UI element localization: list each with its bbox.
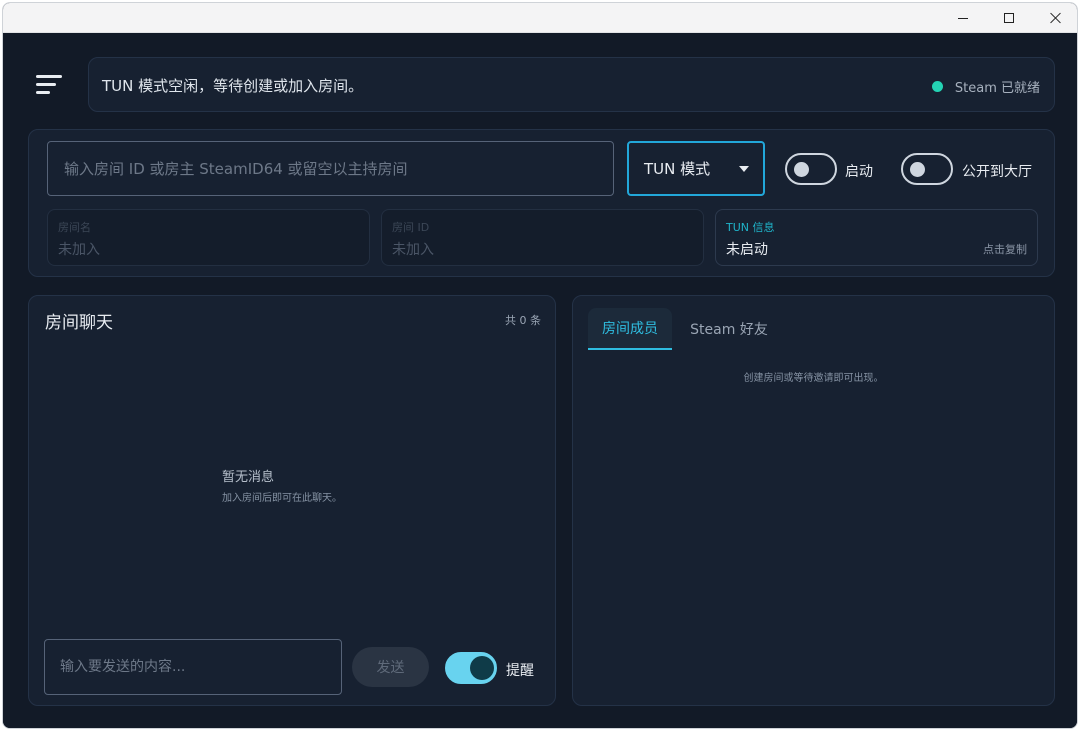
status-dot-icon — [931, 81, 943, 92]
steam-status: Steam 已就绪 — [931, 77, 1040, 96]
app-window: TUN 模式空闲，等待创建或加入房间。 Steam 已就绪 TUN 模式 启动 … — [2, 2, 1078, 729]
start-toggle[interactable] — [785, 153, 837, 185]
room-name-value: 未加入 — [58, 242, 100, 258]
connection-panel: TUN 模式 启动 公开到大厅 房间名 未加入 房间 ID 未加入 TUN 信息 — [28, 129, 1055, 277]
title-bar — [3, 3, 1077, 33]
tab-room-members[interactable]: 房间成员 — [588, 308, 672, 350]
maximize-button[interactable] — [986, 3, 1032, 33]
notify-toggle-label: 提醒 — [506, 663, 534, 679]
chat-title: 房间聊天 — [45, 313, 113, 333]
status-text: TUN 模式空闲，等待创建或加入房间。 — [102, 77, 364, 95]
minimize-icon — [958, 17, 968, 19]
main-content: TUN 模式空闲，等待创建或加入房间。 Steam 已就绪 TUN 模式 启动 … — [3, 33, 1077, 728]
members-panel: 房间成员 Steam 好友 创建房间或等待邀请即可出现。 — [572, 295, 1055, 706]
mode-select[interactable]: TUN 模式 — [627, 141, 765, 196]
send-button[interactable]: 发送 — [352, 647, 429, 687]
public-lobby-toggle[interactable] — [901, 153, 953, 185]
caret-down-icon — [739, 166, 749, 172]
chat-panel: 房间聊天 共 0 条 暂无消息 加入房间后即可在此聊天。 发送 提醒 — [28, 295, 556, 706]
empty-chat-subtitle: 加入房间后即可在此聊天。 — [222, 493, 342, 504]
room-id-input[interactable] — [47, 141, 614, 196]
empty-chat-title: 暂无消息 — [222, 470, 275, 485]
toggle-knob — [910, 162, 925, 177]
room-id-card: 房间 ID 未加入 — [381, 209, 704, 266]
tun-info-value: 未启动 — [726, 242, 768, 258]
public-lobby-toggle-label: 公开到大厅 — [962, 164, 1032, 180]
steam-status-label: Steam 已就绪 — [954, 81, 1040, 96]
close-button[interactable] — [1032, 3, 1077, 33]
close-icon — [1049, 12, 1061, 24]
minimize-button[interactable] — [940, 3, 986, 33]
menu-icon[interactable] — [36, 73, 62, 95]
tab-steam-friends[interactable]: Steam 好友 — [682, 308, 776, 350]
status-bar: TUN 模式空闲，等待创建或加入房间。 Steam 已就绪 — [88, 57, 1055, 112]
toggle-knob — [794, 162, 809, 177]
room-id-label: 房间 ID — [392, 221, 430, 234]
message-input[interactable] — [44, 639, 342, 695]
start-toggle-label: 启动 — [845, 164, 873, 180]
members-empty-text: 创建房间或等待邀请即可出现。 — [743, 373, 884, 384]
room-id-value: 未加入 — [392, 242, 434, 258]
tun-info-card[interactable]: TUN 信息 未启动 点击复制 — [715, 209, 1038, 266]
room-name-card: 房间名 未加入 — [47, 209, 370, 266]
maximize-icon — [1004, 13, 1014, 23]
tun-info-label: TUN 信息 — [726, 221, 775, 234]
copy-button[interactable]: 点击复制 — [983, 241, 1027, 257]
toggle-knob — [470, 656, 494, 680]
notify-toggle[interactable] — [445, 652, 497, 684]
message-count: 共 0 条 — [505, 314, 541, 327]
mode-select-value: TUN 模式 — [644, 160, 711, 178]
room-name-label: 房间名 — [58, 221, 91, 234]
